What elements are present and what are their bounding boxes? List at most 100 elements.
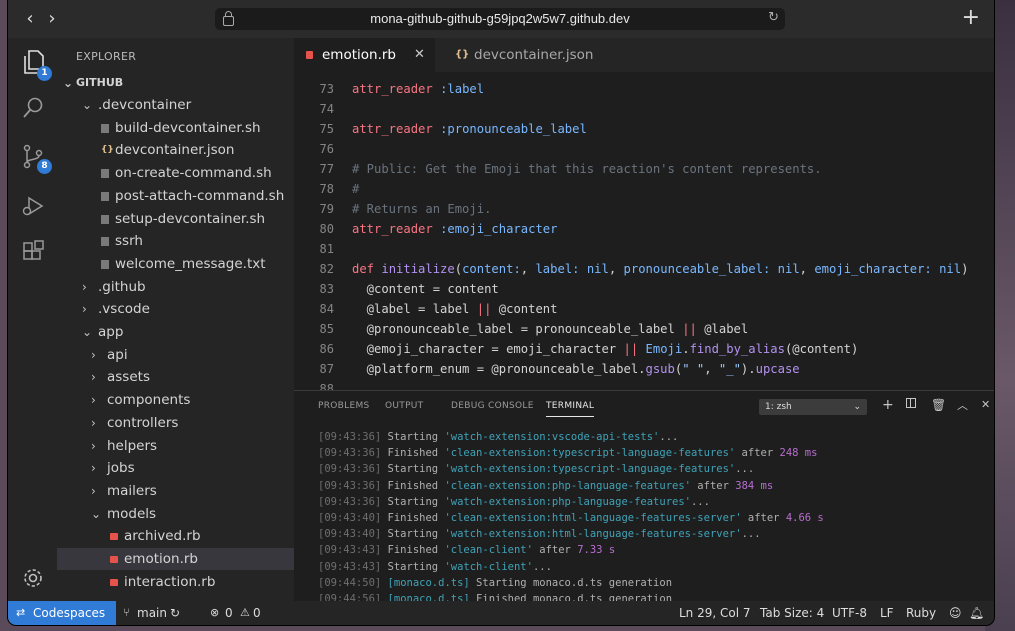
line-number: 81 xyxy=(319,242,334,256)
tree-item[interactable]: › controllers xyxy=(57,412,294,434)
workspace-root[interactable]: ⌄ GITHUB xyxy=(57,72,294,94)
workspace-root-label: GITHUB xyxy=(76,76,124,89)
tree-item[interactable]: welcome_message.txt xyxy=(57,253,294,275)
tree-item[interactable]: › api xyxy=(57,344,294,366)
tree-item-label: components xyxy=(107,392,191,409)
chevron-right-icon: › xyxy=(91,347,96,362)
run-debug-icon xyxy=(22,196,43,216)
tree-item-label: models xyxy=(107,505,157,522)
tree-item[interactable]: ⌄ .devcontainer xyxy=(57,94,294,116)
line-number: 75 xyxy=(319,122,334,136)
tree-item-label: .devcontainer xyxy=(98,97,192,113)
trash-icon[interactable]: 🗑 xyxy=(931,398,946,412)
tree-item-label: interaction.rb xyxy=(124,573,216,590)
tree-item[interactable]: interaction.rb xyxy=(57,571,294,593)
tree-item[interactable]: ssrh xyxy=(57,230,294,252)
line-number: 79 xyxy=(319,202,334,216)
new-tab-icon[interactable]: + xyxy=(962,6,980,30)
branch-name[interactable]: main xyxy=(137,601,167,625)
feedback-icon[interactable]: ☺ xyxy=(949,601,962,625)
tree-item[interactable]: {} devcontainer.json xyxy=(57,139,294,161)
chevron-right-icon: › xyxy=(91,438,96,453)
source-control-activity[interactable]: 8 xyxy=(8,135,57,179)
tab-emotion-rb[interactable]: emotion.rb ✕ xyxy=(294,38,435,72)
tree-item-label: .github xyxy=(98,278,146,295)
tree-item[interactable]: › helpers xyxy=(57,435,294,457)
ruby-file-icon xyxy=(110,556,118,563)
tab-size[interactable]: Tab Size: 4 xyxy=(760,601,824,625)
tree-item[interactable]: ⌄ models xyxy=(57,503,294,525)
warning-count[interactable]: 0 xyxy=(253,601,261,625)
code-line-82: def initialize(content:, label: nil, pro… xyxy=(352,262,969,276)
chevron-down-icon: ⌄ xyxy=(63,76,74,90)
warning-icon: ⚠ xyxy=(240,606,250,619)
terminal-output[interactable]: [09:43:36] Starting 'watch-extension:vsc… xyxy=(318,431,988,609)
tab-terminal[interactable]: TERMINAL xyxy=(546,401,595,417)
tree-item[interactable]: › .vscode xyxy=(57,298,294,320)
error-count[interactable]: 0 xyxy=(225,601,233,625)
line-number: 85 xyxy=(319,322,334,336)
error-icon: ⊗ xyxy=(210,606,220,619)
back-icon[interactable]: ‹ xyxy=(20,9,40,29)
search-activity[interactable] xyxy=(8,86,57,130)
tree-item[interactable]: setup-devcontainer.sh xyxy=(57,208,294,230)
line-number: 73 xyxy=(319,82,334,96)
tree-item[interactable]: emotion.rb xyxy=(57,548,294,570)
run-debug-activity[interactable] xyxy=(8,184,57,228)
tree-item[interactable]: › jobs xyxy=(57,457,294,479)
tree-item-label: post-attach-command.sh xyxy=(115,187,285,204)
remote-icon: ⇄ xyxy=(16,606,26,619)
tree-item[interactable]: › assets xyxy=(57,366,294,388)
code-line-78: # xyxy=(352,182,360,196)
terminal-line: [09:43:36] Finished 'clean-extension:typ… xyxy=(318,447,818,460)
status-bar: ⇄ Codespaces ⑂ main ↻ ⊗ 0 ⚠ 0 Ln 29, Col… xyxy=(8,601,994,625)
tree-item[interactable]: post-attach-command.sh xyxy=(57,185,294,207)
reload-icon[interactable]: ↻ xyxy=(768,10,779,25)
manage-activity[interactable] xyxy=(8,556,57,600)
maximize-panel-icon[interactable]: ︿ xyxy=(957,397,968,413)
bell-icon[interactable]: 🔔︎ xyxy=(969,601,984,625)
tree-item[interactable]: ⌄ app xyxy=(57,321,294,343)
new-terminal-icon[interactable]: + xyxy=(882,397,894,413)
address-bar[interactable]: mona-github-github-g59jpq2w5w7.github.de… xyxy=(215,8,785,30)
explorer-activity[interactable]: 1 xyxy=(8,40,57,84)
sync-icon[interactable]: ↻ xyxy=(170,601,180,625)
source-control-badge: 8 xyxy=(37,159,52,174)
tree-item[interactable]: › .github xyxy=(57,276,294,298)
close-panel-icon[interactable]: ✕ xyxy=(981,398,990,411)
remote-indicator[interactable]: ⇄ Codespaces xyxy=(8,601,116,625)
explorer-sidebar: EXPLORER ⌄ GITHUB ⌄ .devcontainer build-de… xyxy=(57,38,294,601)
split-terminal-icon[interactable] xyxy=(906,398,916,408)
tree-item-label: build-devcontainer.sh xyxy=(115,119,261,136)
terminal-line: [09:43:43] Finished 'clean-client' after… xyxy=(318,544,616,557)
tree-item[interactable]: › components xyxy=(57,389,294,411)
close-icon[interactable]: ✕ xyxy=(414,38,425,72)
tree-item[interactable]: build-devcontainer.sh xyxy=(57,117,294,139)
file-icon xyxy=(101,169,109,179)
tree-item[interactable]: › mailers xyxy=(57,480,294,502)
encoding[interactable]: UTF-8 xyxy=(832,601,867,625)
line-ending[interactable]: LF xyxy=(880,601,894,625)
chevron-right-icon: › xyxy=(91,483,96,498)
terminal-select[interactable]: 1: zsh ⌄ xyxy=(759,399,867,415)
explorer-badge: 1 xyxy=(37,66,52,81)
code-line-79: # Returns an Emoji. xyxy=(352,202,492,216)
tree-item[interactable]: archived.rb xyxy=(57,525,294,547)
code-editor[interactable]: 73 74 75 76 77 78 79 80 81 82 83 84 85 86 87 88 attr_re… xyxy=(294,72,994,390)
tree-item-label: app xyxy=(98,324,124,340)
forward-icon[interactable]: › xyxy=(42,9,62,29)
tab-problems[interactable]: PROBLEMS xyxy=(318,401,370,411)
line-number: 82 xyxy=(319,262,334,276)
tree-item[interactable]: on-create-command.sh xyxy=(57,162,294,184)
extensions-activity[interactable] xyxy=(8,230,57,274)
language-mode[interactable]: Ruby xyxy=(906,601,936,625)
terminal-line: [09:43:36] Starting 'watch-extension:php… xyxy=(318,495,710,508)
cursor-position[interactable]: Ln 29, Col 7 xyxy=(679,601,751,625)
tree-item-label: welcome_message.txt xyxy=(115,255,266,272)
tab-devcontainer-json[interactable]: {} devcontainer.json xyxy=(435,38,595,72)
tab-output[interactable]: OUTPUT xyxy=(385,401,423,411)
tree-item-label: jobs xyxy=(107,460,135,477)
tab-debug-console[interactable]: DEBUG CONSOLE xyxy=(451,401,534,411)
tab-label: emotion.rb xyxy=(322,47,396,63)
ruby-file-icon xyxy=(306,51,313,59)
